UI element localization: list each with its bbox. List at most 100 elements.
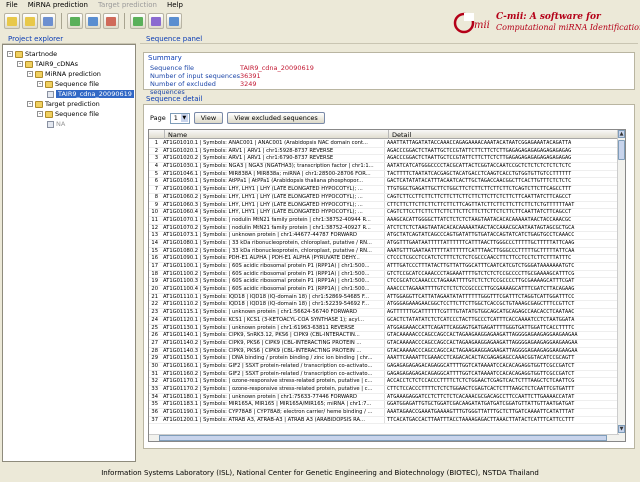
row-index: 34 — [151, 393, 158, 400]
column-header-detail[interactable]: Detail — [389, 130, 619, 139]
column-header-index[interactable] — [149, 130, 165, 139]
table-row[interactable]: 24 AT1G01120.1 | Symbols: KCS1 | KCS1 (3-… — [149, 316, 619, 325]
collapse-toggle-icon[interactable]: - — [17, 61, 23, 67]
tree-node[interactable]: - Sequence file — [37, 79, 99, 89]
sequence-table: Name Detail 1 AT1G01010.1 | Symbols: ANAC… — [148, 129, 626, 442]
tree-node[interactable]: - Sequence file — [37, 109, 99, 119]
tree-node-label: TAIR9_cdna_20090619 — [56, 90, 134, 98]
table-row[interactable]: 37 AT1G01200.1 | Symbols: ATRAB A3, ATRAB… — [149, 416, 619, 425]
row-name-cell: AT1G01100.2 | Symbols: | 60S acidic ribo… — [161, 270, 385, 278]
save-button[interactable] — [40, 13, 56, 29]
table-row[interactable]: 35 AT1G01183.1 | Symbols: MIR165A, MIR165… — [149, 401, 619, 410]
grid-button[interactable] — [85, 13, 101, 29]
table-row[interactable]: 17 AT1G01100.1 | Symbols: | 60S acidic ri… — [149, 263, 619, 271]
horizontal-scroll-thumb[interactable] — [159, 435, 607, 441]
row-index: 36 — [151, 409, 158, 416]
table-row[interactable]: 33 AT1G01170.2 | Symbols: | ozone-respons… — [149, 386, 619, 394]
table-row[interactable]: 8 AT1G01060.2 | Symbols: LHY, LHY1 | LHY … — [149, 193, 619, 202]
table-row[interactable]: 16 AT1G01090.1 | Symbols: PDH-E1 ALPHA | … — [149, 255, 619, 263]
table-row[interactable]: 19 AT1G01100.3 | Symbols: | 60S acidic ri… — [149, 278, 619, 287]
table-row[interactable]: 5 AT1G01046.1 | Symbols: MIR838A | MIR838… — [149, 170, 619, 179]
table-row[interactable]: 22 AT1G01110.2 | Symbols: IQD18 | IQD18 (… — [149, 301, 619, 310]
table-row[interactable]: 31 AT1G01160.2 | Symbols: GIF2 | SSXT pro… — [149, 370, 619, 379]
horizontal-scrollbar[interactable] — [149, 434, 619, 441]
row-detail-cell: CTTCTCCACCCTTTTCTCTCTGGAACTCGAGTCACTCTTT… — [387, 386, 575, 392]
row-name-cell: AT1G01050.1 | Symbols: AtPPa1 | AtPPa1 (… — [161, 178, 385, 186]
scroll-down-icon[interactable]: ▼ — [618, 425, 625, 433]
table-row[interactable]: 34 AT1G01180.1 | Symbols: | unknown prote… — [149, 393, 619, 402]
collapse-toggle-icon[interactable]: - — [27, 71, 33, 77]
table-row[interactable]: 28 AT1G01140.3 | Symbols: CIPK9, PKS6 | C… — [149, 347, 619, 356]
row-detail-cell: AAAGCACATTGGGGCTTATCTCTCTCTAAGTAATACACAC… — [387, 216, 572, 223]
menu-file[interactable]: File — [6, 1, 18, 9]
open-folder-button[interactable] — [22, 13, 38, 29]
table-row[interactable]: 29 AT1G01150.1 | Symbols: | DNA binding /… — [149, 355, 619, 363]
tree-node[interactable]: - MiRNA prediction — [27, 69, 101, 79]
table-row[interactable]: 11 AT1G01070.1 | Symbols: | nodulin MtN21… — [149, 216, 619, 225]
table-row[interactable]: 12 AT1G01070.2 | Symbols: | nodulin MtN21… — [149, 224, 619, 233]
row-name-cell: AT1G01170.2 | Symbols: | ozone-responsiv… — [161, 386, 385, 393]
vertical-scrollbar[interactable]: ▲ ▼ — [617, 130, 625, 441]
tree-node-label: Target prediction — [45, 100, 100, 108]
row-detail-cell: CTCCCTCGCCTCCATCTCTTTCTCTCTCGCCCAACCTTCT… — [387, 255, 572, 262]
menu-mirna-prediction[interactable]: MiRNA prediction — [28, 1, 88, 9]
table-row[interactable]: 26 AT1G01140.1 | Symbols: CIPK9, SnRK3.12… — [149, 332, 619, 340]
row-detail-cell: AAACCCTAGAAATTTTGTCTCTCTCCGCCCCTTGCGAAAA… — [387, 286, 575, 293]
table-row[interactable]: 7 AT1G01060.1 | Symbols: LHY, LHY1 | LHY … — [149, 186, 619, 194]
tree-node[interactable]: - Target prediction — [27, 99, 100, 109]
row-index: 14 — [151, 239, 158, 246]
table-row[interactable]: 21 AT1G01110.1 | Symbols: IQD18 | IQD18 (… — [149, 293, 619, 302]
table-row[interactable]: 13 AT1G01073.1 | Symbols: | unknown prote… — [149, 232, 619, 240]
view-excluded-sequences-button[interactable]: View excluded sequences — [227, 112, 325, 124]
filter-button[interactable] — [103, 13, 119, 29]
row-name-cell: AT1G01100.3 | Symbols: | 60S acidic ribo… — [161, 278, 385, 286]
page-select[interactable]: 1 ▼ — [169, 112, 190, 124]
tree-node[interactable]: - TAIR9_cDNAs — [17, 59, 78, 69]
row-detail-cell: AGTTTTTTGCATTTTTTCGTTTGTATATGTGGCAGCATGC… — [387, 309, 575, 316]
table-row[interactable]: 25 AT1G01130.1 | Symbols: | unknown prote… — [149, 324, 619, 333]
row-detail-cell: AGACCCGGACTCTAATTGCTCCGTATTCTTCTTCTCTTGA… — [387, 155, 572, 162]
row-name-cell: AT1G01160.2 | Symbols: GIF2 | SSXT prote… — [161, 370, 385, 378]
table-row[interactable]: 9 AT1G01060.3 | Symbols: LHY, LHY1 | LHY … — [149, 201, 619, 210]
tree-node[interactable]: TAIR9_cdna_20090619 — [47, 89, 134, 99]
tree-node[interactable]: NA — [47, 119, 65, 129]
target-run-button[interactable] — [148, 13, 164, 29]
table-row[interactable]: 18 AT1G01100.2 | Symbols: | 60S acidic ri… — [149, 270, 619, 279]
table-row[interactable]: 36 AT1G01190.1 | Symbols: CYP78A8 | CYP78… — [149, 409, 619, 417]
menu-bar: File MiRNA prediction Target prediction Hel… — [0, 0, 640, 10]
table-row[interactable]: 30 AT1G01160.1 | Symbols: GIF2 | SSXT pro… — [149, 362, 619, 371]
table-row[interactable]: 6 AT1G01050.1 | Symbols: AtPPa1 | AtPPa1 … — [149, 178, 619, 187]
table-row[interactable]: 3 AT1G01020.2 | Symbols: ARV1 | ARV1 | ch… — [149, 155, 619, 164]
help-button[interactable] — [166, 13, 182, 29]
table-row[interactable]: 4 AT1G01030.1 | Symbols: NGA3 | NGA3 (NGA… — [149, 163, 619, 171]
scroll-thumb[interactable] — [618, 140, 625, 160]
collapse-toggle-icon[interactable]: - — [37, 111, 43, 117]
collapse-toggle-icon[interactable]: - — [27, 101, 33, 107]
table-row[interactable]: 20 AT1G01100.4 | Symbols: | 60S acidic ri… — [149, 286, 619, 294]
scroll-up-icon[interactable]: ▲ — [618, 130, 625, 138]
row-detail-cell: CAGTCTTCCTTCTTCTTCTTCTTCTTCTTCTTCTTCTCTT… — [387, 209, 572, 216]
table-row[interactable]: 23 AT1G01115.1 | Symbols: | unknown prote… — [149, 309, 619, 317]
brand-title: C-mii: A software for — [496, 12, 601, 22]
mirna-run-button[interactable] — [130, 13, 146, 29]
view-button[interactable]: View — [193, 112, 224, 124]
collapse-toggle-icon[interactable]: - — [7, 51, 13, 57]
new-folder-button[interactable] — [4, 13, 20, 29]
summary-excluded-count: Number of excluded sequences 3249 — [150, 80, 257, 96]
table-row[interactable]: 14 AT1G01080.1 | Symbols: | 33 kDa ribonu… — [149, 239, 619, 248]
row-index: 33 — [151, 386, 158, 392]
table-row[interactable]: 32 AT1G01170.1 | Symbols: | ozone-respons… — [149, 378, 619, 386]
tree-node[interactable]: - Startnode — [7, 49, 57, 59]
table-row[interactable]: 15 AT1G01080.2 | Symbols: | 33 kDa ribonu… — [149, 247, 619, 256]
column-header-name[interactable]: Name — [165, 130, 389, 139]
table-row[interactable]: 10 AT1G01060.4 | Symbols: LHY, LHY1 | LHY… — [149, 209, 619, 217]
table-row[interactable]: 2 AT1G01020.1 | Symbols: ARV1 | ARV1 | ch… — [149, 147, 619, 156]
tree-node-label: Sequence file — [55, 110, 100, 118]
summary-box: Summary Sequence file TAIR9_cdna_2009061… — [143, 52, 635, 96]
add-button[interactable] — [67, 13, 83, 29]
menu-help[interactable]: Help — [167, 1, 183, 9]
collapse-toggle-icon[interactable]: - — [37, 81, 43, 87]
table-row[interactable]: 27 AT1G01140.2 | Symbols: CIPK9, PKS6 | C… — [149, 339, 619, 348]
table-row[interactable]: 1 AT1G01010.1 | Symbols: ANAC001 | ANAC00… — [149, 140, 619, 148]
sequence-panel: Summary Sequence file TAIR9_cdna_2009061… — [140, 44, 638, 462]
